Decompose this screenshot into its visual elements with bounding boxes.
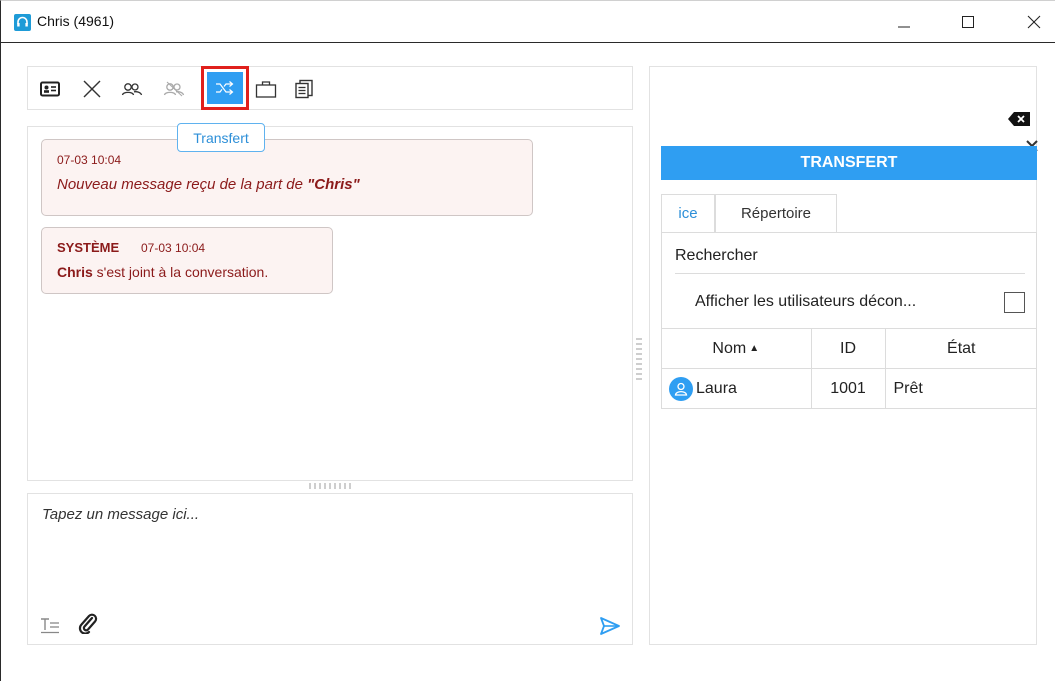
chat-toolbar (27, 66, 633, 110)
system-message-text: Chris s'est joint à la conversation. (57, 264, 268, 280)
column-header-name[interactable]: Nom ▲ (661, 328, 811, 369)
message-input-area[interactable]: Tapez un message ici... (27, 493, 633, 645)
show-disconnected-checkbox[interactable] (1004, 292, 1025, 313)
user-state-cell: Prêt (884, 368, 1037, 409)
briefcase-button[interactable] (252, 71, 280, 107)
user-name-cell: Laura (661, 368, 811, 409)
table-row[interactable]: Laura 1001 Prêt (661, 368, 1037, 409)
headset-icon (14, 14, 31, 31)
documents-icon (295, 79, 313, 99)
tab-ice[interactable]: ice (661, 194, 715, 232)
horizontal-splitter-handle[interactable] (309, 483, 353, 489)
window-title: Chris (4961) (37, 13, 115, 29)
message-text: Nouveau message reçu de la part de "Chri… (57, 176, 360, 193)
participant-name: Chris (57, 264, 93, 280)
transfer-header: TRANSFERT (661, 146, 1037, 180)
search-input[interactable]: Rechercher (675, 247, 758, 265)
chat-history: 07-03 10:04 Nouveau message reçu de la p… (27, 126, 633, 481)
message-bubble: 07-03 10:04 Nouveau message reçu de la p… (41, 139, 533, 216)
message-text-prefix: Nouveau message reçu de la part de (57, 176, 308, 193)
message-timestamp: 07-03 10:04 (141, 241, 206, 255)
users-icon (121, 83, 143, 96)
minimize-button[interactable] (889, 9, 919, 35)
show-disconnected-label: Afficher les utilisateurs décon... (695, 293, 917, 310)
close-window-button[interactable] (1019, 9, 1049, 35)
text-format-icon[interactable] (40, 616, 60, 634)
sort-ascending-icon: ▲ (749, 342, 760, 354)
send-icon[interactable] (599, 616, 621, 636)
chat-window: Chris (4961) 07-03 10:04 Nouveau message… (0, 0, 1055, 681)
message-timestamp: 07-03 10:04 (57, 153, 122, 167)
contact-card-icon (40, 81, 60, 97)
history-button[interactable] (290, 71, 318, 107)
transfer-icon (216, 81, 234, 95)
transfer-tabs: ice Répertoire (661, 194, 1037, 232)
paperclip-icon[interactable] (78, 612, 98, 635)
system-message-bubble: SYSTÈME 07-03 10:04 Chris s'est joint à … (41, 227, 333, 294)
briefcase-icon (255, 81, 277, 98)
user-id-cell: 1001 (810, 368, 885, 409)
system-label: SYSTÈME (57, 240, 120, 255)
tab-ice-label: ice (678, 205, 698, 222)
transfer-button-fill (207, 72, 243, 104)
close-icon (83, 80, 101, 98)
vertical-splitter-handle[interactable] (636, 336, 642, 380)
transfer-button[interactable] (201, 66, 249, 110)
contact-card-button[interactable] (36, 71, 64, 107)
search-underline (675, 273, 1025, 274)
message-input-placeholder: Tapez un message ici... (42, 506, 200, 523)
user-name: Laura (696, 379, 737, 397)
column-header-name-label: Nom (712, 339, 747, 357)
backspace-icon[interactable] (1008, 112, 1030, 126)
transfer-tooltip: Transfert (177, 123, 265, 152)
remove-participant-button[interactable] (160, 71, 188, 107)
tab-repertoire[interactable]: Répertoire (715, 194, 837, 232)
title-bar: Chris (4961) (1, 1, 1055, 43)
join-text: s'est joint à la conversation. (92, 264, 269, 280)
users-table: Nom ▲ ID État Laura 1001 Prêt (661, 328, 1037, 409)
add-participant-button[interactable] (118, 71, 146, 107)
column-header-state[interactable]: État (884, 328, 1037, 369)
column-header-id[interactable]: ID (810, 328, 885, 369)
end-chat-button[interactable] (78, 71, 106, 107)
user-avatar-icon (669, 376, 693, 401)
maximize-button[interactable] (953, 9, 983, 35)
message-sender: "Chris" (307, 176, 360, 193)
users-disabled-icon (163, 81, 185, 97)
tab-repertoire-label: Répertoire (740, 205, 812, 222)
